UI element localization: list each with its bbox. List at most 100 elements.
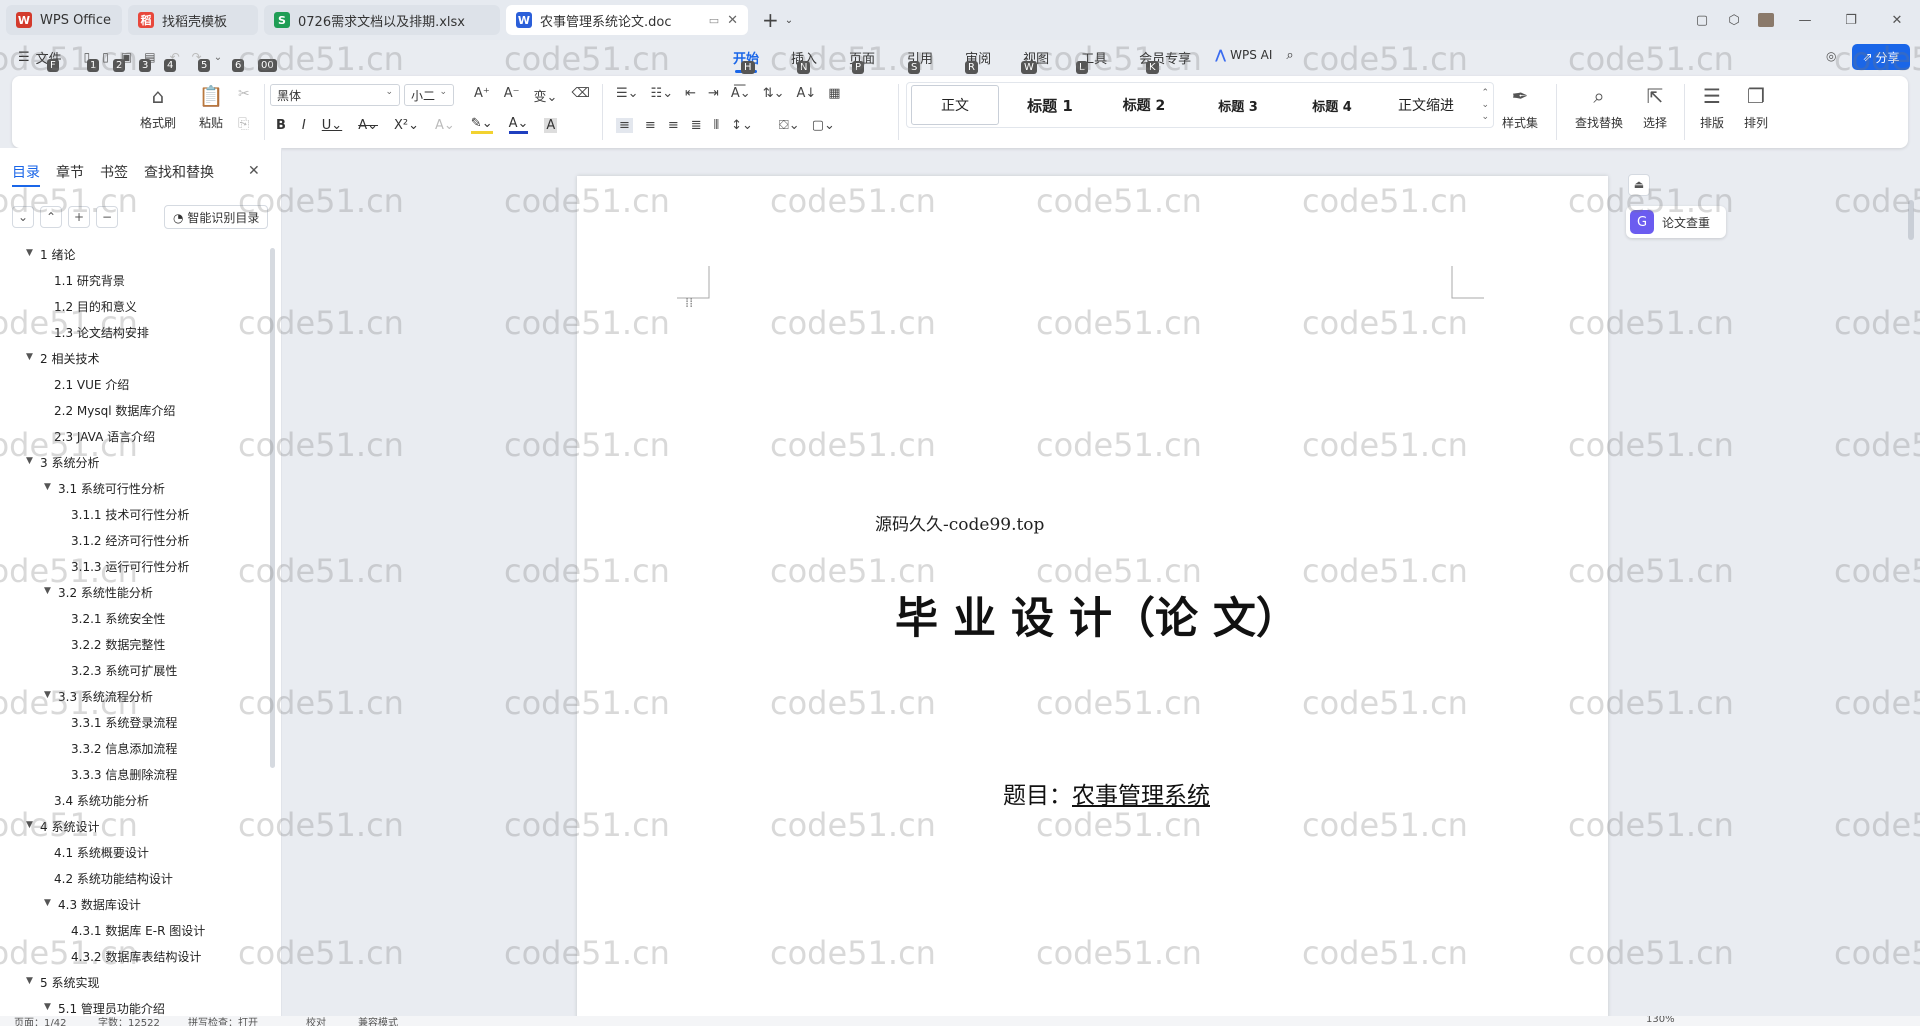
document-page[interactable]: ⁞⁞ 源码久久-code99.top 毕 业 设 计（论 文） 题目：农事管理系… <box>577 176 1608 1026</box>
toc-item[interactable]: 1.2 目的和意义 <box>54 298 137 315</box>
distribute-icon[interactable]: ⫴ <box>714 118 719 133</box>
bold-icon[interactable]: B <box>276 118 286 133</box>
font-size-select[interactable]: 小二 ⌄ <box>404 84 454 106</box>
wps-ai-button[interactable]: WPS AI <box>1230 48 1272 67</box>
style-normal[interactable]: 正文 <box>911 85 999 125</box>
justify-icon[interactable]: ≣ <box>691 118 702 133</box>
select-button[interactable]: ⇱ 选择 <box>1634 84 1676 131</box>
phonetic-icon[interactable]: 变⌄ <box>534 86 558 105</box>
highlight-icon[interactable]: ✎⌄ <box>470 116 493 134</box>
nav-tab-find-replace[interactable]: 查找和替换 <box>144 162 214 187</box>
toc-item[interactable]: 2.3 JAVA 语言介绍 <box>54 428 155 445</box>
align-right-icon[interactable]: ≡ <box>668 118 679 133</box>
vertical-scrollbar[interactable] <box>1908 200 1914 240</box>
toc-item[interactable]: 3.2.3 系统可扩展性 <box>71 662 177 679</box>
expand-up-button[interactable]: ⌃ <box>40 206 62 228</box>
toc-item[interactable]: 3.2.1 系统安全性 <box>71 610 165 627</box>
chevron-down-icon[interactable]: ⌄ <box>785 15 793 26</box>
grow-font-icon[interactable]: A⁺ <box>474 86 490 105</box>
style-heading-2[interactable]: 标题 2 <box>1097 85 1191 125</box>
toc-item[interactable]: 3.1.3 运行可行性分析 <box>71 558 189 575</box>
toc-item[interactable]: 1 绪论 <box>40 246 75 263</box>
drag-handle-icon[interactable]: ⁞⁞ <box>685 297 693 310</box>
align-center-icon[interactable]: ≡ <box>645 118 656 133</box>
toc-item[interactable]: 2.2 Mysql 数据库介绍 <box>54 402 175 419</box>
restore-icon[interactable]: ❐ <box>1828 13 1874 28</box>
toc-item[interactable]: 5 系统实现 <box>40 974 99 991</box>
expand-triangle-icon[interactable]: ▼ <box>26 456 33 466</box>
font-color-icon[interactable]: A⌄ <box>508 116 529 134</box>
char-shading-icon[interactable]: A <box>544 117 558 133</box>
more-chevron-icon[interactable]: ⌄ <box>214 52 222 63</box>
format-painter-button[interactable]: ⌂ 格式刷 <box>136 84 180 131</box>
toc-item[interactable]: 3.3.2 信息添加流程 <box>71 740 177 757</box>
toc-item[interactable]: 2.1 VUE 介绍 <box>54 376 129 393</box>
tab-spreadsheet[interactable]: S 0726需求文档以及排期.xlsx <box>264 5 500 35</box>
gallery-scroll-icon[interactable]: ⌃ ⌄ ⌄ <box>1481 87 1489 123</box>
numbered-list-icon[interactable]: ☷⌄ <box>651 86 674 101</box>
expand-triangle-icon[interactable]: ▼ <box>44 898 51 908</box>
text-effect-icon[interactable]: A⌄ <box>435 118 455 133</box>
cut-icon[interactable]: ✂ <box>238 86 250 102</box>
toc-item[interactable]: 4.1 系统概要设计 <box>54 844 149 861</box>
toc-scrollbar[interactable] <box>270 248 275 768</box>
toc-item[interactable]: 1.1 研究背景 <box>54 272 125 289</box>
close-window-icon[interactable]: ✕ <box>1874 13 1920 28</box>
page-count[interactable]: 页面：1/42 <box>14 1016 66 1026</box>
share-button[interactable]: ⇗ 分享 <box>1852 44 1910 70</box>
toc-item[interactable]: 4.3.1 数据库 E-R 图设计 <box>71 922 205 939</box>
chat-icon[interactable]: ◎ <box>1826 49 1836 63</box>
smart-toc-button[interactable]: ◔ 智能识别目录 <box>164 205 269 229</box>
cube-icon[interactable]: ⬡ <box>1718 13 1750 28</box>
tab-document[interactable]: W 农事管理系统论文.doc ▭ ✕ <box>506 5 748 35</box>
increase-indent-icon[interactable]: ⇥ <box>708 86 719 101</box>
minimize-icon[interactable]: — <box>1782 13 1828 28</box>
collapse-panel-button[interactable]: ⏏ <box>1628 174 1650 196</box>
hamburger-icon[interactable]: ☰ <box>18 50 30 65</box>
expand-triangle-icon[interactable]: ▼ <box>26 820 33 830</box>
expand-triangle-icon[interactable]: ▼ <box>44 690 51 700</box>
strikethrough-icon[interactable]: A⌄ <box>358 118 378 133</box>
toc-item[interactable]: 3.2.2 数据完整性 <box>71 636 165 653</box>
bullet-list-icon[interactable]: ☰⌄ <box>616 86 639 101</box>
remove-heading-button[interactable]: − <box>96 206 118 228</box>
collapse-all-button[interactable]: ⌄ <box>12 206 34 228</box>
expand-triangle-icon[interactable]: ▼ <box>26 352 33 362</box>
toc-item[interactable]: 3 系统分析 <box>40 454 99 471</box>
tab-wps-office[interactable]: W WPS Office <box>6 5 122 35</box>
search-icon[interactable]: ⌕ <box>1286 48 1293 67</box>
table-grid-icon[interactable]: ▦ <box>828 86 840 101</box>
find-replace-button[interactable]: ⌕ 查找替换 <box>1566 84 1632 131</box>
expand-triangle-icon[interactable]: ▼ <box>26 248 33 258</box>
new-tab-icon[interactable]: + <box>762 8 779 32</box>
monitor-icon[interactable]: ▭ <box>709 14 719 27</box>
toc-item[interactable]: 4.3.2 数据库表结构设计 <box>71 948 201 965</box>
add-heading-button[interactable]: + <box>68 206 90 228</box>
expand-triangle-icon[interactable]: ▼ <box>26 976 33 986</box>
decrease-indent-icon[interactable]: ⇤ <box>685 86 696 101</box>
toc-item[interactable]: 5.1 管理员功能介绍 <box>58 1000 165 1017</box>
toc-item[interactable]: 3.3.3 信息删除流程 <box>71 766 177 783</box>
superscript-icon[interactable]: X²⌄ <box>394 118 419 133</box>
line-spacing-icon[interactable]: ↕⌄ <box>731 118 753 133</box>
paste-button[interactable]: 📋 粘贴 <box>186 84 236 131</box>
shrink-font-icon[interactable]: A⁻ <box>504 86 520 105</box>
toc-item[interactable]: 3.1.1 技术可行性分析 <box>71 506 189 523</box>
close-pane-icon[interactable]: ✕ <box>248 163 260 179</box>
style-heading-4[interactable]: 标题 4 <box>1285 85 1379 125</box>
nav-tab-bookmarks[interactable]: 书签 <box>100 162 128 187</box>
style-body-indent[interactable]: 正文缩进 <box>1379 85 1473 125</box>
chinese-layout-icon[interactable]: A͞⌄ <box>731 86 751 101</box>
arrange-button[interactable]: ❐ 排列 <box>1736 84 1776 131</box>
close-tab-icon[interactable]: ✕ <box>727 13 738 28</box>
nav-tab-chapters[interactable]: 章节 <box>56 162 84 187</box>
clear-format-icon[interactable]: ⌫ <box>571 86 589 105</box>
text-direction-icon[interactable]: A↓ <box>797 86 817 101</box>
toc-item[interactable]: 4 系统设计 <box>40 818 99 835</box>
layout-icon[interactable]: ▢ <box>1686 13 1718 28</box>
underline-icon[interactable]: U⌄ <box>322 118 342 133</box>
toc-item[interactable]: 3.2 系统性能分析 <box>58 584 153 601</box>
avatar[interactable] <box>1750 13 1782 27</box>
style-heading-3[interactable]: 标题 3 <box>1191 85 1285 125</box>
italic-icon[interactable]: I <box>302 118 306 133</box>
